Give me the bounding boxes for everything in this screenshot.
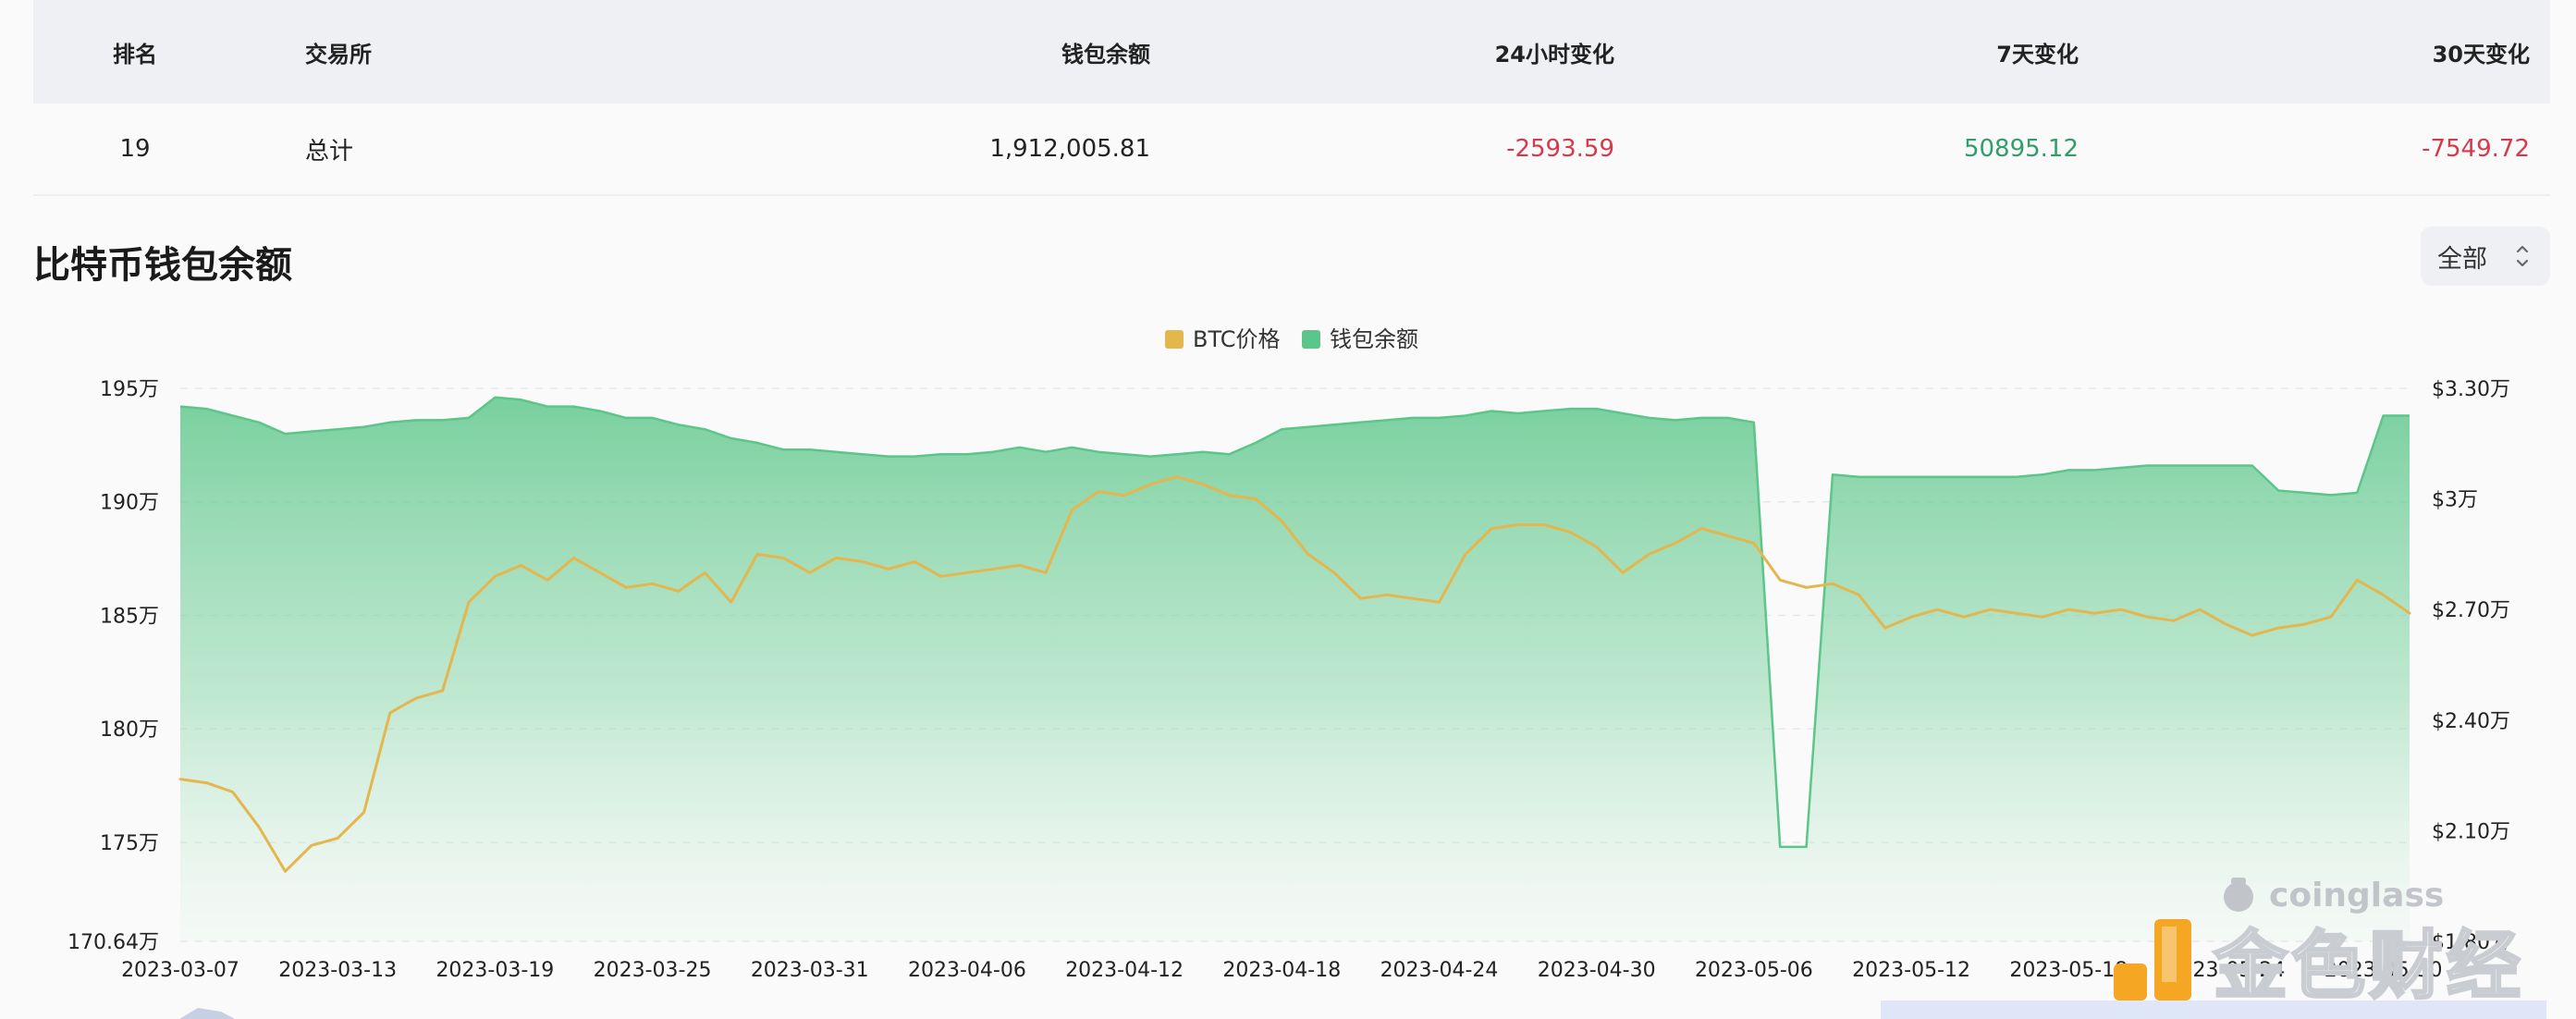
header-change-24h[interactable]: 24小时变化 xyxy=(1495,0,1614,104)
left-axis-tick-label: 175万 xyxy=(100,832,159,855)
right-axis-tick-label: $2.70万 xyxy=(2432,599,2510,622)
jinse-watermark: 金色财经 xyxy=(2110,911,2524,1010)
chevron-up-down-icon xyxy=(2516,245,2529,267)
left-y-axis: 195万 190万 185万 180万 175万 170.64万 xyxy=(67,378,159,954)
wallet-balance-series xyxy=(179,396,2410,941)
x-axis-tick-label: 2023-04-12 xyxy=(1065,959,1184,982)
exchange-balance-table: 排名 交易所 钱包余额 24小时变化 7天变化 30天变化 19 总计 1,91… xyxy=(33,0,2550,196)
left-axis-tick-label: 180万 xyxy=(100,718,159,742)
header-exchange[interactable]: 交易所 xyxy=(305,0,372,104)
range-select-value: 全部 xyxy=(2437,244,2487,274)
table-header-row: 排名 交易所 钱包余额 24小时变化 7天变化 30天变化 xyxy=(33,0,2550,104)
legend-item-btc-price[interactable]: BTC价格 xyxy=(1165,326,1280,352)
legend-label-wallet-balance: 钱包余额 xyxy=(1330,326,1418,352)
x-axis-tick-label: 2023-04-18 xyxy=(1222,959,1341,982)
header-change-7d[interactable]: 7天变化 xyxy=(1996,0,2079,104)
x-axis-tick-label: 2023-03-19 xyxy=(435,959,554,982)
row-rank: 19 xyxy=(119,135,151,163)
x-axis-tick-label: 2023-04-06 xyxy=(908,959,1026,982)
left-axis-tick-label: 185万 xyxy=(100,605,159,628)
right-axis-tick-label: $3万 xyxy=(2432,489,2478,512)
right-axis-tick-label: $3.30万 xyxy=(2432,378,2510,401)
right-axis-tick-label: $2.10万 xyxy=(2432,820,2510,843)
jinse-logo-icon xyxy=(2110,915,2199,1004)
chart-legend: BTC价格 钱包余额 xyxy=(1165,326,1418,352)
x-axis: 2023-03-07 2023-03-13 2023-03-19 2023-03-25… xyxy=(121,959,2442,982)
row-change-7d: 50895.12 xyxy=(1963,135,2079,163)
legend-swatch-wallet-balance xyxy=(1302,330,1320,349)
right-y-axis: $3.30万$3万$2.70万$2.40万$2.10万$1.80万 xyxy=(2432,378,2510,954)
left-axis-tick-label: 195万 xyxy=(100,378,159,401)
x-axis-tick-label: 2023-04-30 xyxy=(1538,959,1656,982)
row-balance: 1,912,005.81 xyxy=(989,135,1150,163)
chart-section-title: 比特币钱包余额 xyxy=(33,244,292,287)
x-axis-tick-label: 2023-05-06 xyxy=(1695,959,1813,982)
left-axis-tick-label: 190万 xyxy=(100,492,159,515)
right-axis-tick-label: $2.40万 xyxy=(2432,710,2510,733)
header-balance[interactable]: 钱包余额 xyxy=(1061,0,1150,104)
row-exchange: 总计 xyxy=(305,137,354,166)
legend-item-wallet-balance[interactable]: 钱包余额 xyxy=(1302,326,1418,352)
range-select[interactable]: 全部 xyxy=(2421,227,2550,286)
row-change-30d: -7549.72 xyxy=(2422,135,2530,163)
x-axis-tick-label: 2023-03-31 xyxy=(751,959,869,982)
x-axis-tick-label: 2023-03-25 xyxy=(594,959,712,982)
wallet-balance-area xyxy=(180,397,2410,941)
legend-swatch-btc-price xyxy=(1165,330,1184,349)
left-axis-tick-label: 170.64万 xyxy=(67,931,159,954)
header-rank[interactable]: 排名 xyxy=(84,0,186,104)
x-axis-tick-label: 2023-04-24 xyxy=(1380,959,1499,982)
jinse-watermark-text: 金色财经 xyxy=(2213,921,2524,1010)
row-change-24h: -2593.59 xyxy=(1506,135,1614,163)
x-axis-tick-label: 2023-03-07 xyxy=(121,959,239,982)
header-change-30d[interactable]: 30天变化 xyxy=(2433,0,2530,104)
x-axis-tick-label: 2023-05-12 xyxy=(1852,959,1970,982)
table-row[interactable]: 19 总计 1,912,005.81 -2593.59 50895.12 -75… xyxy=(33,104,2550,196)
legend-label-btc-price: BTC价格 xyxy=(1193,326,1280,352)
x-axis-tick-label: 2023-03-13 xyxy=(278,959,397,982)
